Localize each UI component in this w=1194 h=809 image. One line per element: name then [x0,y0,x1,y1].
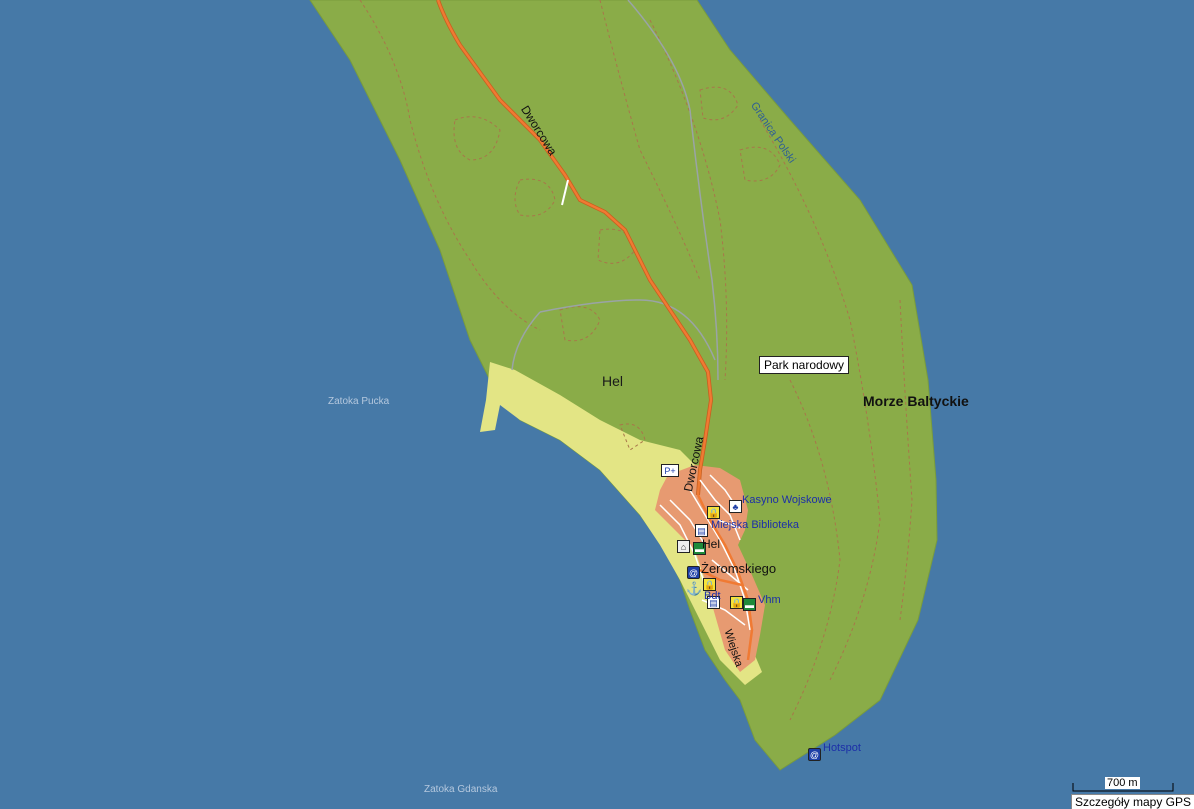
map-canvas[interactable] [0,0,1194,809]
label-bdt[interactable]: Bdt [704,590,721,602]
label-morze-baltyckie: Morze Baltyckie [863,393,969,409]
label-hel-town[interactable]: Hel [702,537,720,551]
label-vhm[interactable]: Vhm [758,594,781,606]
label-kasyno-wojskowe[interactable]: Kasyno Wojskowe [742,494,832,506]
peninsula-forest [309,0,938,771]
hotspot-icon[interactable]: @ [687,566,700,579]
label-zatoka-gdanska: Zatoka Gdanska [424,784,498,795]
label-hel-area: Hel [602,373,624,389]
label-zatoka-pucka: Zatoka Pucka [328,396,390,407]
label-miejska-biblioteka[interactable]: Miejska Biblioteka [711,519,799,531]
hotel-icon[interactable]: ▬ [743,598,756,611]
anchor-icon[interactable]: ⚓ [686,582,702,595]
label-street-zeromskiego: Żeromskiego [701,561,777,576]
lock-icon[interactable]: 🔒 [707,506,720,519]
casino-icon[interactable]: ♣ [729,500,742,513]
hotspot-icon[interactable]: @ [808,748,821,761]
lock-icon[interactable]: 🔒 [730,596,743,609]
park-tooltip: Park narodowy [759,356,850,374]
info-icon[interactable]: P+ [661,464,679,477]
house-icon[interactable]: ⌂ [677,540,690,553]
status-bar: Szczegóły mapy GPS [1070,794,1194,809]
library-icon[interactable]: ▤ [695,524,708,537]
label-hotspot[interactable]: Hotspot [823,742,861,754]
scale-label: 700 m [1105,777,1140,789]
